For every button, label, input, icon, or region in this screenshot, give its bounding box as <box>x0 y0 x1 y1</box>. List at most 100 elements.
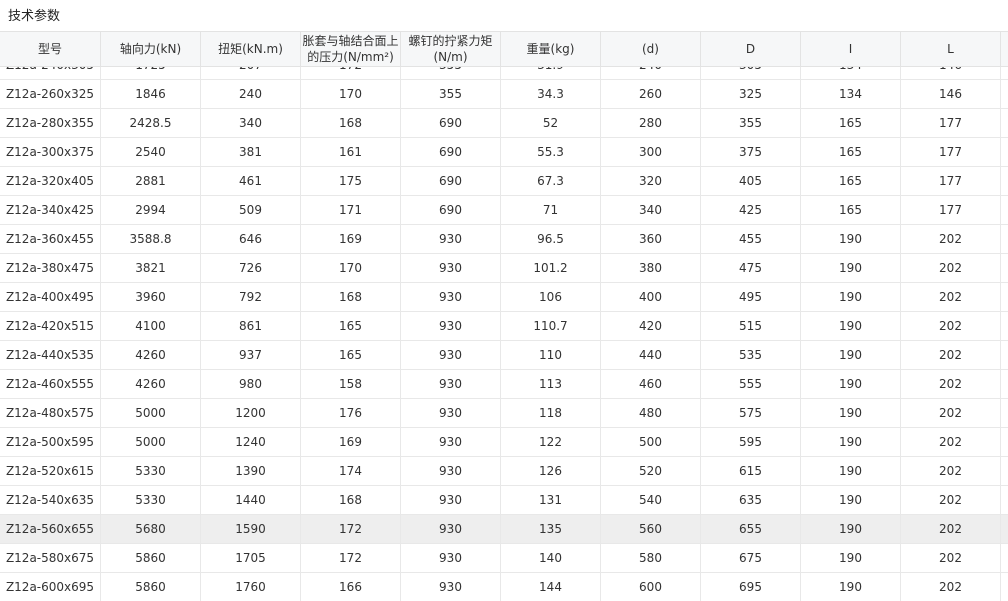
row-filler <box>1001 544 1008 572</box>
cell-torque: 861 <box>201 312 301 340</box>
cell-axial-force: 1846 <box>101 80 201 108</box>
table-row[interactable]: Z12a-420x515 4100 861 165 930 110.7 420 515 190 2… <box>0 312 1008 341</box>
cell-torque: 1240 <box>201 428 301 456</box>
cell-screw-torque: 690 <box>401 196 501 224</box>
row-filler <box>1001 167 1008 195</box>
cell-axial-force: 3821 <box>101 254 201 282</box>
cell-l: 202 <box>901 399 1001 427</box>
cell-i: 190 <box>801 515 901 543</box>
cell-d-inner: 400 <box>601 283 701 311</box>
cell-torque: 381 <box>201 138 301 166</box>
cell-weight: 31.9 <box>501 67 601 79</box>
cell-axial-force: 5330 <box>101 486 201 514</box>
table-row[interactable]: Z12a-300x375 2540 381 161 690 55.3 300 375 165 17… <box>0 138 1008 167</box>
cell-axial-force: 2428.5 <box>101 109 201 137</box>
cell-weight: 110 <box>501 341 601 369</box>
table-row[interactable]: Z12a-480x575 5000 1200 176 930 118 480 575 190 20… <box>0 399 1008 428</box>
table-row[interactable]: Z12a-560x655 5680 1590 172 930 135 560 655 190 20… <box>0 515 1008 544</box>
cell-screw-torque: 355 <box>401 67 501 79</box>
cell-model: Z12a-500x595 <box>0 428 101 456</box>
table-row[interactable]: Z12a-500x595 5000 1240 169 930 122 500 595 190 20… <box>0 428 1008 457</box>
cell-axial-force: 5330 <box>101 457 201 485</box>
cell-d-outer: 575 <box>701 399 801 427</box>
cell-screw-torque: 930 <box>401 283 501 311</box>
row-filler <box>1001 428 1008 456</box>
header-filler <box>1001 32 1008 66</box>
table-row[interactable]: Z12a-320x405 2881 461 175 690 67.3 320 405 165 17… <box>0 167 1008 196</box>
cell-weight: 122 <box>501 428 601 456</box>
cell-model: Z12a-540x635 <box>0 486 101 514</box>
cell-model: Z12a-580x675 <box>0 544 101 572</box>
cell-torque: 726 <box>201 254 301 282</box>
cell-contact-pressure: 172 <box>301 544 401 572</box>
header-contact-pressure: 胀套与轴结合面上 的压力(N/mm²) <box>301 32 401 66</box>
cell-weight: 135 <box>501 515 601 543</box>
cell-weight: 118 <box>501 399 601 427</box>
table-row[interactable]: Z12a-540x635 5330 1440 168 930 131 540 635 190 20… <box>0 486 1008 515</box>
cell-weight: 106 <box>501 283 601 311</box>
spec-table[interactable]: 型号 轴向力(kN) 扭矩(kN.m) 胀套与轴结合面上 的压力(N/mm²) … <box>0 31 1008 601</box>
cell-weight: 67.3 <box>501 167 601 195</box>
cell-i: 190 <box>801 312 901 340</box>
cell-d-inner: 340 <box>601 196 701 224</box>
cell-contact-pressure: 165 <box>301 312 401 340</box>
row-filler <box>1001 486 1008 514</box>
cell-l: 177 <box>901 167 1001 195</box>
cell-i: 190 <box>801 341 901 369</box>
table-row[interactable]: Z12a-460x555 4260 980 158 930 113 460 555 190 202 <box>0 370 1008 399</box>
row-filler <box>1001 573 1008 601</box>
cell-d-outer: 355 <box>701 109 801 137</box>
table-row[interactable]: Z12a-340x425 2994 509 171 690 71 340 425 165 177 <box>0 196 1008 225</box>
table-row[interactable]: Z12a-580x675 5860 1705 172 930 140 580 675 190 20… <box>0 544 1008 573</box>
cell-weight: 110.7 <box>501 312 601 340</box>
cell-d-outer: 515 <box>701 312 801 340</box>
cell-i: 190 <box>801 486 901 514</box>
cell-contact-pressure: 168 <box>301 283 401 311</box>
cell-model: Z12a-520x615 <box>0 457 101 485</box>
cell-i: 134 <box>801 80 901 108</box>
table-row[interactable]: Z12a-400x495 3960 792 168 930 106 400 495 190 202 <box>0 283 1008 312</box>
table-row[interactable]: Z12a-600x695 5860 1760 166 930 144 600 695 190 20… <box>0 573 1008 601</box>
table-row[interactable]: Z12a-240x305172520717235531.924030513414… <box>0 67 1008 80</box>
cell-model: Z12a-440x535 <box>0 341 101 369</box>
cell-l: 202 <box>901 428 1001 456</box>
cell-d-outer: 455 <box>701 225 801 253</box>
table-row[interactable]: Z12a-280x355 2428.5 340 168 690 52 280 355 165 17… <box>0 109 1008 138</box>
cell-model: Z12a-320x405 <box>0 167 101 195</box>
row-filler <box>1001 138 1008 166</box>
cell-axial-force: 2881 <box>101 167 201 195</box>
cell-l: 202 <box>901 457 1001 485</box>
cell-i: 190 <box>801 428 901 456</box>
cell-torque: 461 <box>201 167 301 195</box>
row-filler <box>1001 109 1008 137</box>
cell-d-inner: 420 <box>601 312 701 340</box>
cell-contact-pressure: 161 <box>301 138 401 166</box>
table-header-row: 型号 轴向力(kN) 扭矩(kN.m) 胀套与轴结合面上 的压力(N/mm²) … <box>0 32 1008 67</box>
cell-d-outer: 495 <box>701 283 801 311</box>
cell-i: 190 <box>801 370 901 398</box>
cell-axial-force: 2540 <box>101 138 201 166</box>
cell-weight: 113 <box>501 370 601 398</box>
cell-l: 146 <box>901 80 1001 108</box>
cell-d-outer: 405 <box>701 167 801 195</box>
table-row[interactable]: Z12a-520x615 5330 1390 174 930 126 520 615 190 20… <box>0 457 1008 486</box>
cell-l: 202 <box>901 573 1001 601</box>
cell-l: 202 <box>901 544 1001 572</box>
cell-torque: 1200 <box>201 399 301 427</box>
cell-torque: 1590 <box>201 515 301 543</box>
header-torque: 扭矩(kN.m) <box>201 32 301 66</box>
cell-contact-pressure: 171 <box>301 196 401 224</box>
cell-screw-torque: 930 <box>401 486 501 514</box>
cell-axial-force: 5680 <box>101 515 201 543</box>
table-row[interactable]: Z12a-260x325 1846 240 170 355 34.3 260 325 134 14… <box>0 80 1008 109</box>
cell-weight: 140 <box>501 544 601 572</box>
header-weight: 重量(kg) <box>501 32 601 66</box>
cell-screw-torque: 930 <box>401 399 501 427</box>
table-row[interactable]: Z12a-360x455 3588.8 646 169 930 96.5 360 455 190… <box>0 225 1008 254</box>
table-row[interactable]: Z12a-380x475 3821 726 170 930 101.2 380 475 190 2… <box>0 254 1008 283</box>
table-body[interactable]: Z12a-240x305172520717235531.924030513414… <box>0 67 1008 601</box>
cell-screw-torque: 930 <box>401 225 501 253</box>
cell-d-outer: 325 <box>701 80 801 108</box>
table-row[interactable]: Z12a-440x535 4260 937 165 930 110 440 535 190 202 <box>0 341 1008 370</box>
cell-l: 202 <box>901 283 1001 311</box>
